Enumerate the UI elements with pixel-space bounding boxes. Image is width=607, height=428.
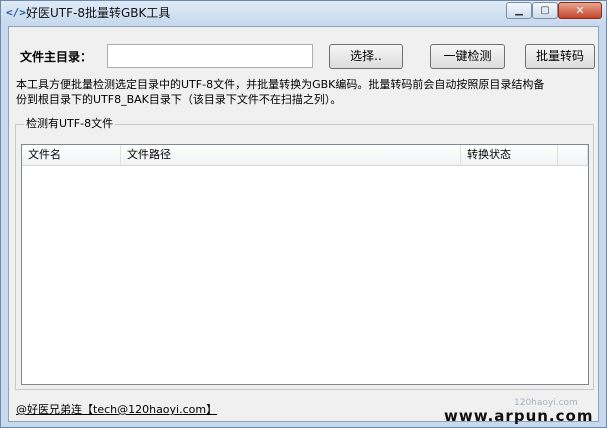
title-bar[interactable]: </> 好医UTF-8批量转GBK工具 ▁ ▢ ✕ <box>1 1 606 25</box>
column-header-status[interactable]: 转换状态 <box>461 145 558 165</box>
group-title: 检测有UTF-8文件 <box>24 116 116 131</box>
description-text: 本工具方便批量检测选定目录中的UTF-8文件，并批量转换为GBK编码。批量转码前… <box>16 77 596 107</box>
site-watermark: www.arpun.com <box>444 407 594 425</box>
app-code-icon: </> <box>6 6 26 19</box>
column-header-empty[interactable] <box>558 145 588 165</box>
utf8-files-group: 检测有UTF-8文件 文件名 文件路径 转换状态 <box>15 116 594 390</box>
close-button[interactable]: ✕ <box>558 2 602 19</box>
column-header-filename[interactable]: 文件名 <box>22 145 121 165</box>
minimize-button[interactable]: ▁ <box>506 2 532 19</box>
detect-button[interactable]: 一键检测 <box>430 44 505 69</box>
column-header-filepath[interactable]: 文件路径 <box>121 145 461 165</box>
maximize-button[interactable]: ▢ <box>532 2 558 19</box>
author-credit-link[interactable]: @好医兄弟连【tech@120haoyi.com】 <box>16 402 217 417</box>
app-window: </> 好医UTF-8批量转GBK工具 ▁ ▢ ✕ 文件主目录： 选择.. 一键… <box>0 0 607 428</box>
select-dir-button[interactable]: 选择.. <box>329 44 403 69</box>
dir-label: 文件主目录： <box>20 50 93 64</box>
batch-convert-button[interactable]: 批量转码 <box>525 44 595 69</box>
file-list[interactable]: 文件名 文件路径 转换状态 <box>21 144 589 385</box>
window-title: 好医UTF-8批量转GBK工具 <box>26 6 171 20</box>
main-panel: 文件主目录： 选择.. 一键检测 批量转码 本工具方便批量检测选定目录中的UTF… <box>8 26 599 425</box>
dir-path-input[interactable] <box>107 44 313 68</box>
list-header: 文件名 文件路径 转换状态 <box>22 145 588 166</box>
description-line-1: 本工具方便批量检测选定目录中的UTF-8文件，并批量转换为GBK编码。批量转码前… <box>16 78 545 91</box>
description-line-2: 份到根目录下的UTF8_BAK目录下（该目录下文件不在扫描之列）。 <box>16 93 342 106</box>
